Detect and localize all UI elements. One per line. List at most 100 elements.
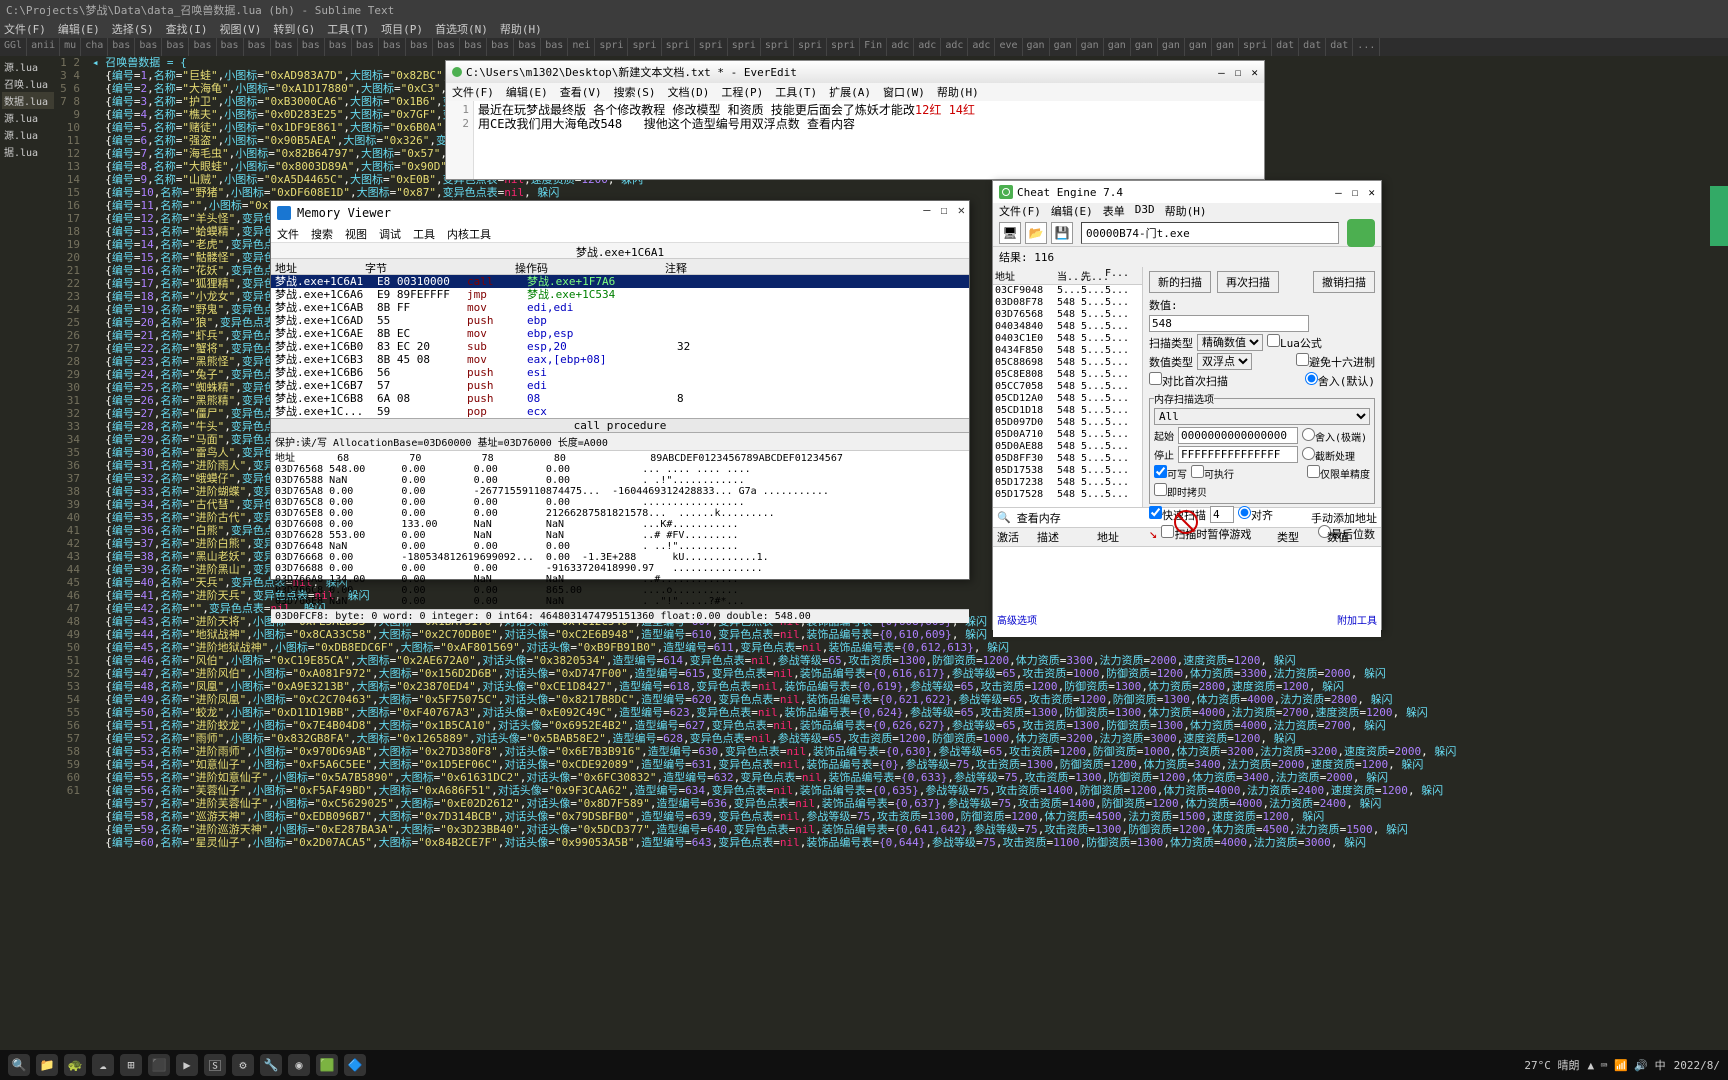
menu-item[interactable]: 项目(P) bbox=[381, 21, 423, 37]
stop-addr-input[interactable] bbox=[1178, 446, 1298, 463]
editor-tab[interactable]: adc bbox=[887, 38, 914, 56]
scan-result-row[interactable]: 05D175285485...5... bbox=[993, 489, 1142, 501]
taskbar-app-icon[interactable]: ☁ bbox=[92, 1054, 114, 1076]
windows-taskbar[interactable]: 🔍📁🐢☁⊞⬛▶🅂⚙🔧◉🟩🔷 27°C 晴朗 ▲ ⌨ 📶 🔊 中 2022/8/ bbox=[0, 1050, 1728, 1080]
editor-tab[interactable]: spri bbox=[1239, 38, 1272, 56]
editor-tab[interactable]: bas bbox=[189, 38, 216, 56]
save-icon[interactable]: 💾 bbox=[1051, 222, 1073, 244]
clock[interactable]: 2022/8/ bbox=[1674, 1059, 1720, 1072]
editor-tab[interactable]: Fin bbox=[860, 38, 887, 56]
editor-tab[interactable]: bas bbox=[162, 38, 189, 56]
menu-item[interactable]: 查找(I) bbox=[166, 21, 208, 37]
value-input[interactable] bbox=[1149, 315, 1309, 332]
scan-result-row[interactable]: 05D0AE885485...5... bbox=[993, 441, 1142, 453]
disasm-row[interactable]: 梦战.exe+1C6AE8B ECmovebp,esp bbox=[271, 327, 969, 340]
additional-tools-link[interactable]: 附加工具 bbox=[1337, 612, 1377, 627]
taskbar-app-icon[interactable]: ⬛ bbox=[148, 1054, 170, 1076]
editor-tab[interactable]: spri bbox=[662, 38, 695, 56]
menu-item[interactable]: 首选项(N) bbox=[435, 21, 488, 37]
editor-tab[interactable]: gan bbox=[1185, 38, 1212, 56]
editor-tab[interactable]: dat bbox=[1272, 38, 1299, 56]
editor-tab[interactable]: nei bbox=[568, 38, 595, 56]
editor-tab[interactable]: bas bbox=[406, 38, 433, 56]
editor-tab[interactable]: bas bbox=[298, 38, 325, 56]
taskbar-app-icon[interactable]: ⊞ bbox=[120, 1054, 142, 1076]
taskbar-app-icon[interactable]: 🔷 bbox=[344, 1054, 366, 1076]
scan-result-row[interactable]: 05C8E8085485...5... bbox=[993, 369, 1142, 381]
editor-tab[interactable]: spri bbox=[728, 38, 761, 56]
editor-tab[interactable]: spri bbox=[827, 38, 860, 56]
editor-tab[interactable]: adc bbox=[941, 38, 968, 56]
minimize-icon[interactable]: — bbox=[923, 203, 930, 217]
next-scan-button[interactable]: 再次扫描 bbox=[1217, 271, 1279, 293]
editor-tab[interactable]: gan bbox=[1131, 38, 1158, 56]
scan-result-row[interactable]: 05D8FF305485...5... bbox=[993, 453, 1142, 465]
sidebar-file[interactable]: 据.lua bbox=[2, 143, 54, 160]
editor-tab[interactable]: gan bbox=[1212, 38, 1239, 56]
menu-item[interactable]: 转到(G) bbox=[273, 21, 315, 37]
editor-tab[interactable]: bas bbox=[108, 38, 135, 56]
menu-item[interactable]: D3D bbox=[1135, 203, 1155, 219]
disasm-row[interactable]: 梦战.exe+1C...59popecx bbox=[271, 405, 969, 418]
menu-item[interactable]: 文件(F) bbox=[4, 21, 46, 37]
everedit-title-bar[interactable]: C:\Users\m1302\Desktop\新建文本文档.txt * - Ev… bbox=[446, 61, 1264, 83]
editor-tab[interactable]: bas bbox=[514, 38, 541, 56]
scan-result-row[interactable]: 05CD12A05485...5... bbox=[993, 393, 1142, 405]
undo-scan-button[interactable]: 撤销扫描 bbox=[1313, 271, 1375, 293]
menu-item[interactable]: 工具(T) bbox=[327, 21, 369, 37]
menu-item[interactable]: 视图 bbox=[345, 226, 367, 241]
disasm-row[interactable]: 梦战.exe+1C6B083 EC 20subesp,2032 bbox=[271, 340, 969, 353]
disasm-row[interactable]: 梦战.exe+1C6A6E9 89FEFFFFjmp梦战.exe+1C534 bbox=[271, 288, 969, 301]
menu-item[interactable]: 编辑(E) bbox=[58, 21, 100, 37]
memory-viewer-title-bar[interactable]: Memory Viewer — ☐ ✕ bbox=[271, 201, 969, 225]
taskbar-app-icon[interactable]: 📁 bbox=[36, 1054, 58, 1076]
maximize-icon[interactable]: ☐ bbox=[941, 203, 948, 217]
close-icon[interactable]: ✕ bbox=[958, 203, 965, 217]
editor-tab[interactable]: adc bbox=[914, 38, 941, 56]
sublime-menu-bar[interactable]: 文件(F)编辑(E)选择(S)查找(I)视图(V)转到(G)工具(T)项目(P)… bbox=[0, 20, 1728, 38]
taskbar-app-icon[interactable]: 🔧 bbox=[260, 1054, 282, 1076]
editor-tab[interactable]: mu bbox=[60, 38, 81, 56]
menu-item[interactable]: 文件(F) bbox=[452, 84, 494, 100]
menu-item[interactable]: 调试 bbox=[379, 226, 401, 241]
editor-tab[interactable]: ... bbox=[1353, 38, 1380, 56]
everedit-text[interactable]: 最近在玩梦战最终版 各个修改教程 修改模型 和资质 技能更后面会了炼妖才能改12… bbox=[474, 101, 1264, 179]
scan-result-row[interactable]: 0403C1E05485...5... bbox=[993, 333, 1142, 345]
scan-result-row[interactable]: 040348405485...5... bbox=[993, 321, 1142, 333]
menu-item[interactable]: 文件 bbox=[277, 226, 299, 241]
first-compare-checkbox[interactable]: 对比首次扫描 bbox=[1149, 372, 1228, 389]
scan-results-list[interactable]: 地址当...先...F... 03CF90485...5...5...03D08… bbox=[993, 267, 1143, 507]
ce-menu-bar[interactable]: 文件(F)编辑(E)表单D3D帮助(H) bbox=[993, 203, 1381, 219]
minimize-icon[interactable]: — bbox=[1335, 186, 1342, 199]
close-icon[interactable]: ✕ bbox=[1368, 186, 1375, 199]
start-addr-input[interactable] bbox=[1178, 427, 1298, 444]
lua-checkbox[interactable]: Lua公式 bbox=[1267, 334, 1322, 351]
scan-result-row[interactable]: 05D172385485...5... bbox=[993, 477, 1142, 489]
menu-item[interactable]: 扩展(A) bbox=[829, 84, 871, 100]
editor-tab[interactable]: cha bbox=[81, 38, 108, 56]
scan-result-row[interactable]: 05C886985485...5... bbox=[993, 357, 1142, 369]
cow-checkbox[interactable]: 即时拷贝 bbox=[1154, 483, 1207, 499]
everedit-menu-bar[interactable]: 文件(F)编辑(E)查看(V)搜索(S)文档(D)工程(P)工具(T)扩展(A)… bbox=[446, 83, 1264, 101]
editor-tab[interactable]: spri bbox=[761, 38, 794, 56]
menu-item[interactable]: 帮助(H) bbox=[1165, 203, 1207, 219]
disasm-row[interactable]: 梦战.exe+1C6B757pushedi bbox=[271, 379, 969, 392]
mem-region-select[interactable]: All bbox=[1154, 408, 1370, 425]
editor-tab[interactable]: gan bbox=[1023, 38, 1050, 56]
editor-tab[interactable]: bas bbox=[135, 38, 162, 56]
editor-tab[interactable]: bas bbox=[433, 38, 460, 56]
sidebar-file[interactable]: 源.lua bbox=[2, 109, 54, 126]
menu-item[interactable]: 工程(P) bbox=[721, 84, 763, 100]
sidebar-file[interactable]: 召唤.lua bbox=[2, 75, 54, 92]
scan-result-row[interactable]: 05D097D05485...5... bbox=[993, 417, 1142, 429]
menu-item[interactable]: 视图(V) bbox=[220, 21, 262, 37]
look-memory-button[interactable]: 查看内存 bbox=[1017, 510, 1061, 526]
scan-result-row[interactable]: 05CC70585485...5... bbox=[993, 381, 1142, 393]
editor-tab[interactable]: eve bbox=[995, 38, 1022, 56]
taskbar-app-icon[interactable]: ▶ bbox=[176, 1054, 198, 1076]
taskbar-app-icon[interactable]: 🔍 bbox=[8, 1054, 30, 1076]
editor-tab[interactable]: dat bbox=[1299, 38, 1326, 56]
minimize-icon[interactable]: — bbox=[1218, 66, 1225, 79]
sidebar-file[interactable]: 数据.lua bbox=[2, 92, 54, 109]
menu-item[interactable]: 工具(T) bbox=[775, 84, 817, 100]
